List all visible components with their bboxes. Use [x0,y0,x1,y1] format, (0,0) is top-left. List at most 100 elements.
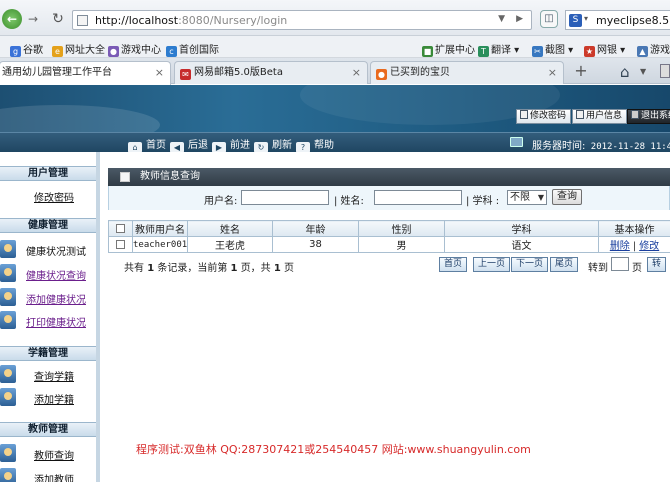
sidebar-item-teacher-query[interactable]: 教师查询 [0,444,96,464]
bookmarks-bar: g 谷歌 e 网址大全 ● 游戏中心 c 首创国际 ■ 扩展中心 T 翻译 ▾ ✂ 截图 ▾ … [0,36,670,58]
header-decoration [0,105,160,132]
bookmark-google[interactable]: g 谷歌 [10,41,43,57]
user-info-button[interactable]: 用户信息 [572,109,628,124]
bookmark-translate[interactable]: T 翻译 ▾ [478,41,519,57]
sc-icon: c [166,46,177,57]
watermark-text: 程序测试:双鱼林 QQ:287307421或254540457 网站:www.s… [136,443,531,456]
cell-name: 王老虎 [187,236,273,253]
panel-checkbox[interactable] [120,172,130,182]
column-header: 年龄 [272,220,359,237]
game-icon: ▲ [637,46,648,57]
column-header: 性别 [358,220,445,237]
query-button[interactable]: 查询 [552,189,582,205]
person-icon [0,240,16,258]
google-icon: g [10,46,21,57]
url-dropdown-icon[interactable]: ▼ [498,14,505,24]
username-label: 用户名: [204,196,238,207]
column-header: 学科 [444,220,599,237]
tab-strip: 通用幼儿园管理工作平台 × ✉ 网易邮箱5.0版Beta × ● 已买到的宝贝 × + ⌂… [0,58,670,85]
taobao-icon: ● [376,69,387,80]
globe-icon: e [52,46,63,57]
go-icon[interactable]: ▶ [516,14,523,24]
tab-netease-mail[interactable]: ✉ 网易邮箱5.0版Beta × [174,61,368,84]
close-icon[interactable]: × [548,62,557,83]
bookmark-game2[interactable]: ▲ 游戏 [637,41,670,57]
home-icon[interactable]: ⌂ [620,63,630,81]
first-page-button[interactable]: 首页 [439,257,468,272]
go-page-button[interactable]: 转 [647,257,667,272]
trash-icon[interactable] [660,64,670,78]
sidebar-item-health-print[interactable]: 打印健康状况 [0,311,96,331]
person-icon [0,365,16,383]
sidebar-item-enrollment-add[interactable]: 添加学籍 [0,388,96,408]
name-label: | 姓名: [334,196,364,207]
bookmark-extensions[interactable]: ■ 扩展中心 [422,41,475,57]
sidebar-section-user[interactable]: 用户管理 [0,166,96,181]
logout-button[interactable]: 退出系统 [627,109,670,124]
person-icon [0,444,16,462]
goto-page-input[interactable] [611,257,629,271]
page-unit-label: 页 [632,263,642,274]
panel-title: 教师信息查询 [140,171,200,182]
select-all-checkbox[interactable] [116,223,125,233]
sidebar: 用户管理 修改密码 健康管理 健康状况测试 健康状况查询 添加健康状况 打印健康… [0,152,100,482]
prev-page-button[interactable]: 上一页 [473,257,511,272]
bookmark-hao123[interactable]: e 网址大全 [52,41,105,57]
sidebar-item-health-add[interactable]: 添加健康状况 [0,288,96,308]
sidebar-section-health[interactable]: 健康管理 [0,218,96,233]
forward-arrow-icon[interactable]: → [25,11,41,27]
row-select-cell[interactable] [108,236,133,253]
reload-icon[interactable]: ↻ [50,11,66,27]
search-dropdown-icon[interactable]: ▾ [584,14,588,23]
sidebar-section-enrollment[interactable]: 学籍管理 [0,346,96,361]
change-password-button[interactable]: 修改密码 [516,109,572,124]
tab-taobao[interactable]: ● 已买到的宝贝 × [370,61,564,84]
search-engine-icon[interactable]: S [569,14,582,27]
new-tab-plus-icon[interactable]: + [570,62,592,82]
toolbar-back[interactable]: ◀ 后退 [170,136,208,153]
name-input[interactable] [374,190,462,205]
toolbar-refresh[interactable]: ↻ 刷新 [254,136,292,153]
sidebar-section-teacher[interactable]: 教师管理 [0,422,96,437]
sidebar-item-enrollment-query[interactable]: 查询学籍 [0,365,96,385]
select-all-header[interactable] [108,220,133,237]
tab-label: 通用幼儿园管理工作平台 [2,67,112,78]
shield-icon[interactable]: ◫ [540,10,558,28]
toolbar-help[interactable]: ? 帮助 [296,136,334,153]
tab-nursery[interactable]: 通用幼儿园管理工作平台 × [0,61,171,85]
cell-username: teacher001 [132,236,188,253]
gamepad-icon: ● [108,46,119,57]
close-icon[interactable]: × [155,62,164,83]
url-input[interactable]: http://localhost:8080/Nursery/login ▼ ▶ [72,10,532,30]
toolbar-home[interactable]: ⌂ 首页 [128,136,166,153]
bookmark-bank[interactable]: ★ 网银 ▾ [584,41,625,57]
subject-select[interactable]: 不限 ▼ [507,190,547,205]
sidebar-item-health-query[interactable]: 健康状况查询 [0,264,96,284]
bookmark-screenshot[interactable]: ✂ 截图 ▾ [532,41,573,57]
toolbar-forward[interactable]: ▶ 前进 [212,136,250,153]
bookmark-sc[interactable]: c 首创国际 [166,41,219,57]
sidebar-item-teacher-add[interactable]: 添加教师 [0,468,96,482]
table-row: teacher001 王老虎 38 男 语文 删除 | 修改 [108,236,670,253]
sidebar-item-health-test[interactable]: 健康状况测试 [0,240,96,260]
app-header: 修改密码 用户信息 退出系统 [0,85,670,132]
cell-age: 38 [272,236,359,253]
row-checkbox[interactable] [116,239,125,249]
edit-link[interactable]: 修改 [639,241,659,252]
home-dropdown-icon[interactable]: ▼ [640,67,646,76]
next-page-button[interactable]: 下一页 [511,257,549,272]
search-input[interactable]: S ▾ myeclipse8.5 [565,10,670,30]
monitor-icon [510,137,523,147]
mail-icon: ✉ [180,69,191,80]
record-count: 共有 1 条记录，当前第 1 页，共 1 页 [124,263,295,274]
delete-link[interactable]: 删除 [610,241,630,252]
sidebar-item-change-password[interactable]: 修改密码 [0,186,96,206]
last-page-button[interactable]: 尾页 [550,257,579,272]
bookmark-games[interactable]: ● 游戏中心 [108,41,161,57]
close-icon[interactable]: × [352,62,361,83]
exit-icon [631,110,639,119]
back-arrow-icon[interactable]: ← [2,9,22,29]
translate-icon: T [478,46,489,57]
username-input[interactable] [241,190,329,205]
scissors-icon: ✂ [532,46,543,57]
